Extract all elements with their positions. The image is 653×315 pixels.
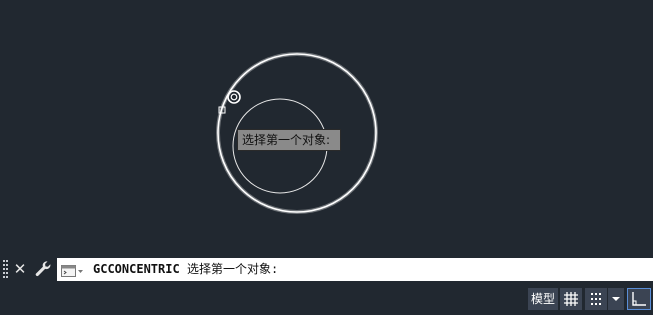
- osnap-marker-inner: [230, 93, 238, 101]
- command-input[interactable]: GCCONCENTRIC 选择第一个对象:: [57, 258, 653, 281]
- snap-icon[interactable]: [585, 288, 607, 310]
- close-icon[interactable]: ✕: [12, 259, 28, 279]
- drawing-canvas[interactable]: 选择第一个对象:: [0, 0, 653, 256]
- autocad-window: 选择第一个对象: ✕ GCCONCENTRIC 选择第一个对象: 模型: [0, 0, 653, 315]
- command-text: GCCONCENTRIC 选择第一个对象:: [93, 258, 278, 281]
- command-prompt: 选择第一个对象:: [186, 262, 279, 276]
- wrench-icon[interactable]: [34, 260, 52, 278]
- grip-handle[interactable]: [3, 260, 9, 278]
- grid-icon[interactable]: [560, 288, 582, 310]
- osnap-marker-outer: [227, 90, 241, 104]
- command-line-bar: ✕ GCCONCENTRIC 选择第一个对象:: [0, 256, 653, 283]
- chevron-down-icon[interactable]: [608, 288, 624, 310]
- model-tab[interactable]: 模型: [528, 288, 558, 310]
- status-bar: 模型: [0, 283, 653, 315]
- drawing-svg[interactable]: [0, 0, 653, 256]
- ortho-icon[interactable]: [627, 288, 651, 310]
- command-history-icon[interactable]: [61, 263, 83, 277]
- cursor-tooltip: 选择第一个对象:: [237, 129, 341, 151]
- command-name: GCCONCENTRIC: [93, 262, 180, 276]
